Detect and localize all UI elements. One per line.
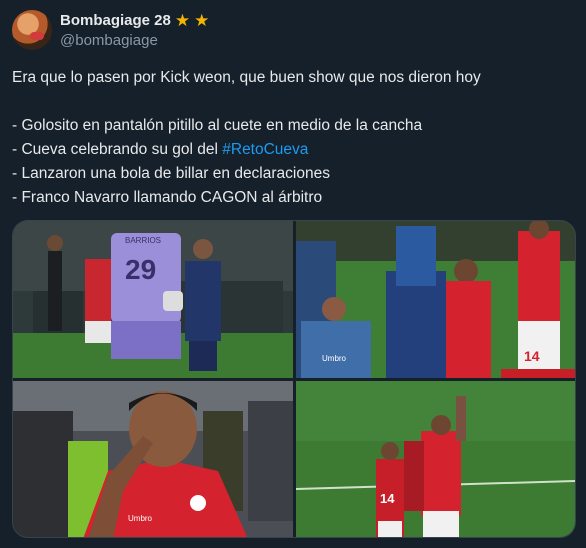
media-photo-3[interactable]: Umbro	[13, 381, 293, 537]
tweet-line-text: - Cueva celebrando su gol del	[12, 141, 223, 158]
tweet-text: Era que lo pasen por Kick weon, que buen…	[12, 66, 572, 210]
media-photo-4[interactable]: 14	[296, 381, 575, 537]
tweet-line: - Golosito en pantalón pitillo al cuete …	[12, 117, 423, 134]
media-grid: 29 BARRIOS Umbro 14 Umbro 14	[12, 220, 576, 538]
avatar[interactable]	[12, 10, 52, 50]
author-display-name[interactable]: Bombagiage 28	[60, 12, 171, 29]
shirt-number: 29	[125, 254, 156, 285]
shirt-number: 14	[524, 348, 540, 364]
shirt-number: 14	[380, 491, 395, 506]
tweet-header: Bombagiage 28 ★ ★ @bombagiage	[12, 8, 572, 52]
tweet-line: - Cueva celebrando su gol del #RetoCueva	[12, 138, 572, 162]
sponsor-text: Umbro	[322, 354, 347, 363]
star-icon: ★	[174, 10, 191, 30]
star-icon: ★	[194, 10, 210, 30]
tweet-line: - Lanzaron una bola de billar en declara…	[12, 165, 330, 182]
tweet-line: - Franco Navarro llamando CAGON al árbit…	[12, 189, 323, 206]
media-photo-1[interactable]: 29 BARRIOS	[13, 221, 293, 378]
hashtag-link[interactable]: #RetoCueva	[222, 141, 308, 158]
media-photo-2[interactable]: Umbro 14	[296, 221, 575, 378]
author-name-row: Bombagiage 28 ★ ★	[60, 10, 209, 30]
author-handle[interactable]: @bombagiage	[60, 32, 158, 49]
sponsor-text: Umbro	[128, 514, 153, 523]
tweet-line: Era que lo pasen por Kick weon, que buen…	[12, 69, 481, 86]
shirt-name: BARRIOS	[125, 236, 161, 245]
